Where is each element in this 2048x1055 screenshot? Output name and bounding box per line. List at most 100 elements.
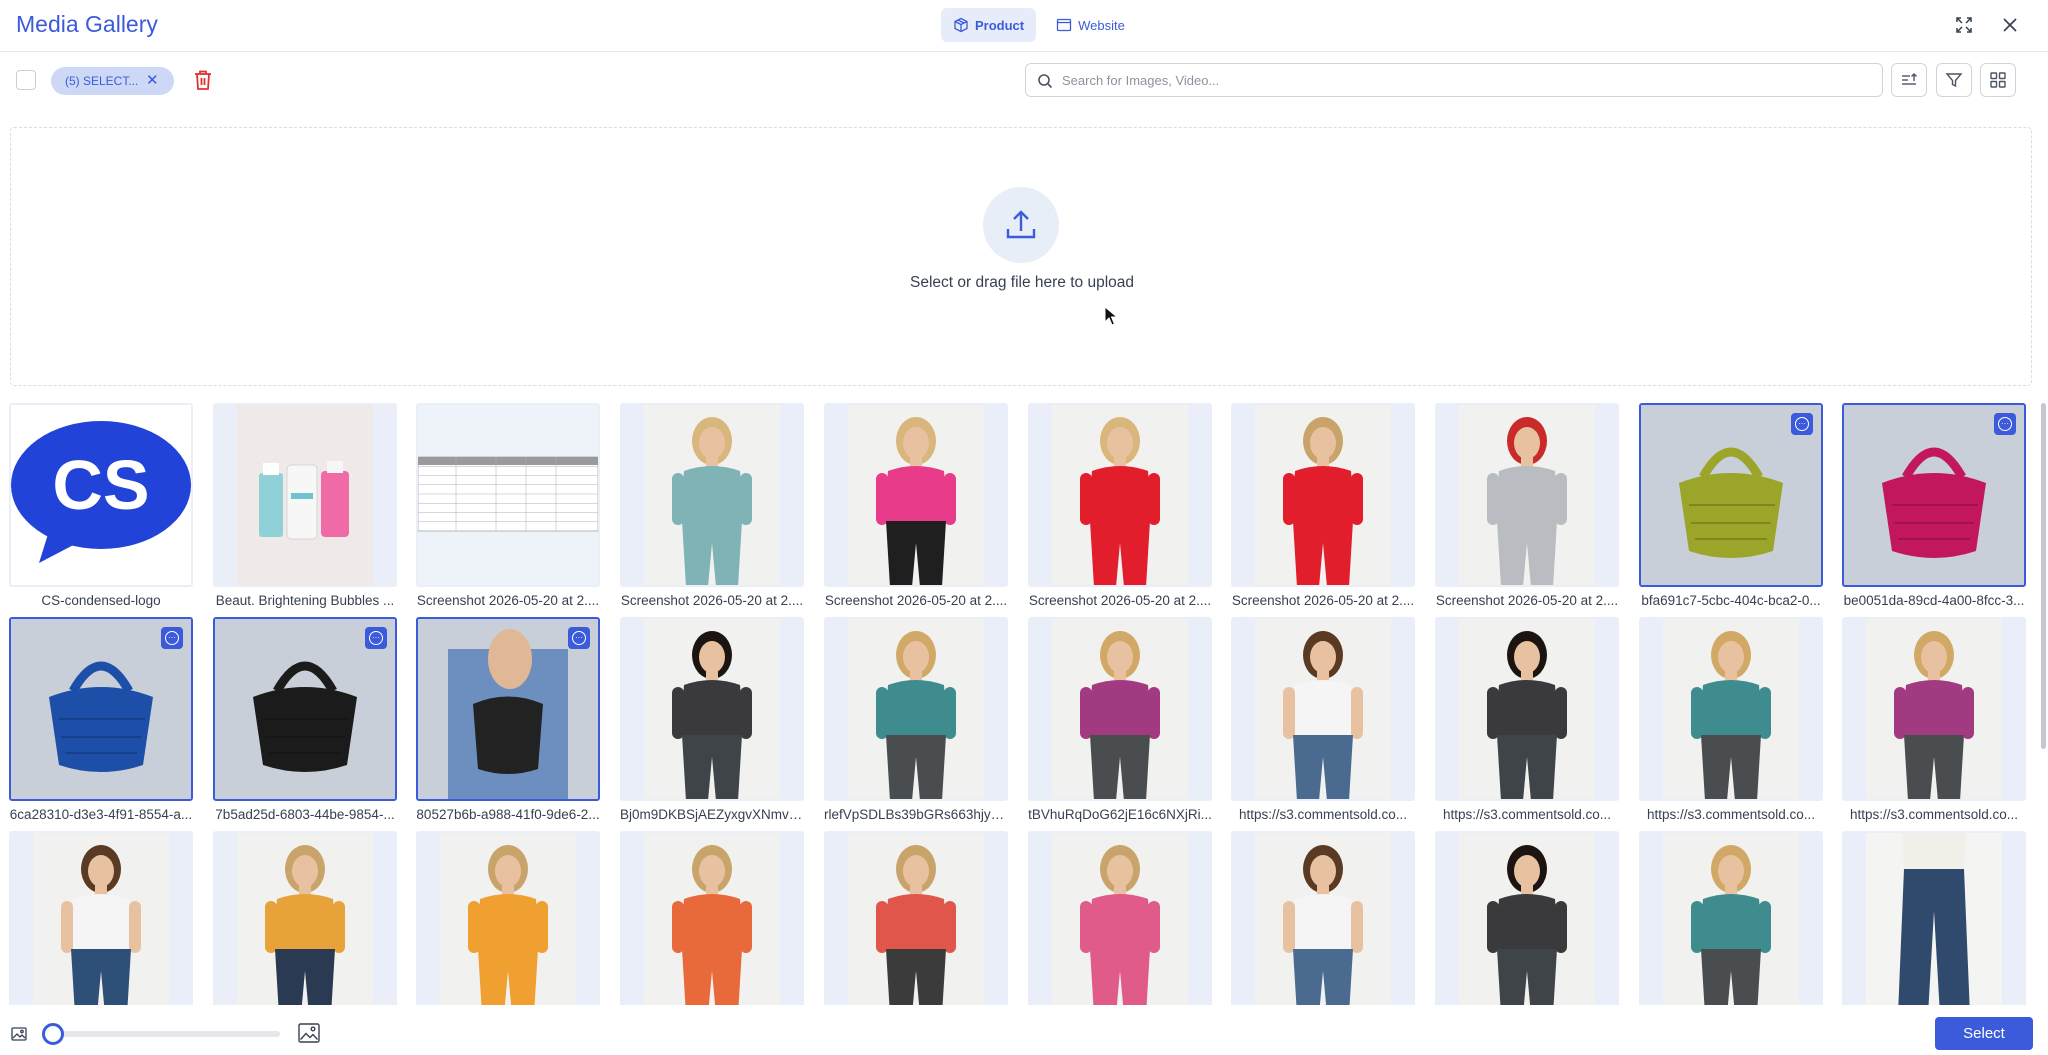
- search-box[interactable]: [1025, 63, 1883, 97]
- media-caption: Beaut. Brightening Bubbles ...: [215, 593, 395, 608]
- media-thumbnail[interactable]: [1435, 403, 1619, 587]
- media-card[interactable]: https://s3.commentsold.co...: [1842, 617, 2026, 827]
- media-card[interactable]: Screenshot 2026-05-20 at 2....: [824, 403, 1008, 613]
- media-thumbnail[interactable]: [1028, 617, 1212, 801]
- media-card[interactable]: https://s3.commentsold.co...: [1231, 617, 1415, 827]
- media-thumbnail[interactable]: ···: [213, 617, 397, 801]
- media-card[interactable]: Screenshot 2026-05-20 at 2....: [620, 403, 804, 613]
- browser-window-icon: [1056, 18, 1072, 32]
- media-card[interactable]: tBVhuRqDoG62jE16c6NXjRi...: [1028, 617, 1212, 827]
- tab-website-label: Website: [1078, 17, 1125, 33]
- sort-button[interactable]: [1891, 63, 1927, 97]
- media-thumbnail[interactable]: [1435, 617, 1619, 801]
- media-card[interactable]: Screenshot 2026-05-20 at 2....: [1231, 403, 1415, 613]
- media-thumbnail[interactable]: CS: [9, 403, 193, 587]
- media-thumbnail[interactable]: [1435, 831, 1619, 1005]
- media-thumbnail[interactable]: ···: [1639, 403, 1823, 587]
- media-card[interactable]: [620, 831, 804, 1005]
- media-card[interactable]: rlefVpSDLBs39bGRs663hjyK...: [824, 617, 1008, 827]
- media-card[interactable]: Screenshot 2026-05-20 at 2....: [416, 403, 600, 613]
- select-button[interactable]: Select: [1935, 1017, 2033, 1050]
- close-icon[interactable]: [1997, 12, 2023, 38]
- thumbnail-size-slider[interactable]: [52, 1031, 280, 1037]
- media-thumbnail[interactable]: [620, 831, 804, 1005]
- media-caption: Screenshot 2026-05-20 at 2....: [620, 593, 804, 608]
- select-all-checkbox[interactable]: [16, 70, 36, 90]
- more-options-icon[interactable]: ···: [1791, 413, 1813, 435]
- media-card[interactable]: [416, 831, 600, 1005]
- tab-product-label: Product: [975, 17, 1025, 33]
- media-card[interactable]: [1028, 831, 1212, 1005]
- media-caption: Screenshot 2026-05-20 at 2....: [1435, 593, 1619, 608]
- tab-product[interactable]: Product: [941, 8, 1037, 42]
- more-options-icon[interactable]: ···: [568, 627, 590, 649]
- trash-icon[interactable]: [192, 68, 214, 92]
- media-card[interactable]: ··· 6ca28310-d3e3-4f91-8554-a...: [9, 617, 193, 827]
- search-input[interactable]: [1062, 64, 1862, 96]
- media-thumbnail[interactable]: ···: [1842, 403, 2026, 587]
- media-card[interactable]: [213, 831, 397, 1005]
- media-card[interactable]: Screenshot 2026-05-20 at 2....: [1435, 403, 1619, 613]
- media-thumbnail[interactable]: [1231, 617, 1415, 801]
- media-card[interactable]: [1231, 831, 1415, 1005]
- media-thumbnail[interactable]: [1639, 831, 1823, 1005]
- media-card[interactable]: [9, 831, 193, 1005]
- media-card[interactable]: CS CS-condensed-logo: [9, 403, 193, 613]
- media-thumbnail[interactable]: [1231, 403, 1415, 587]
- media-card[interactable]: ··· be0051da-89cd-4a00-8fcc-3...: [1842, 403, 2026, 613]
- grid-view-icon: [1990, 72, 2006, 88]
- more-options-icon[interactable]: ···: [365, 627, 387, 649]
- more-options-icon[interactable]: ···: [1994, 413, 2016, 435]
- media-thumbnail[interactable]: [1028, 403, 1212, 587]
- media-caption: Bj0m9DKBSjAEZyxgvXNmvJ...: [620, 807, 804, 822]
- media-card[interactable]: ··· bfa691c7-5cbc-404c-bca2-0...: [1639, 403, 1823, 613]
- media-caption: rlefVpSDLBs39bGRs663hjyK...: [824, 807, 1008, 822]
- media-card[interactable]: https://s3.commentsold.co...: [1435, 617, 1619, 827]
- media-grid: CS CS-condensed-logo Beaut. Brightening …: [9, 403, 2029, 1005]
- expand-icon[interactable]: [1951, 12, 1977, 38]
- media-card[interactable]: ··· 80527b6b-a988-41f0-9de6-2...: [416, 617, 600, 827]
- clear-selection-icon[interactable]: ✕: [146, 73, 160, 89]
- media-thumbnail[interactable]: [1639, 617, 1823, 801]
- media-thumbnail[interactable]: [9, 831, 193, 1005]
- media-card[interactable]: Bj0m9DKBSjAEZyxgvXNmvJ...: [620, 617, 804, 827]
- media-thumbnail[interactable]: [824, 617, 1008, 801]
- tab-website[interactable]: Website: [1044, 8, 1137, 42]
- media-card[interactable]: [1639, 831, 1823, 1005]
- media-card[interactable]: Beaut. Brightening Bubbles ...: [213, 403, 397, 613]
- media-thumbnail[interactable]: [1842, 831, 2026, 1005]
- box-icon: [954, 17, 968, 33]
- sort-icon: [1902, 73, 1917, 85]
- media-caption: bfa691c7-5cbc-404c-bca2-0...: [1641, 593, 1821, 608]
- thumbnail-size-slider-thumb[interactable]: [42, 1023, 64, 1045]
- media-card[interactable]: [1842, 831, 2026, 1005]
- media-card[interactable]: ··· 7b5ad25d-6803-44be-9854-...: [213, 617, 397, 827]
- selection-chip[interactable]: (5) SELECT... ✕: [51, 67, 174, 95]
- media-card[interactable]: https://s3.commentsold.co...: [1639, 617, 1823, 827]
- media-card[interactable]: [824, 831, 1008, 1005]
- media-caption: 7b5ad25d-6803-44be-9854-...: [215, 807, 395, 822]
- media-thumbnail[interactable]: [620, 403, 804, 587]
- filter-icon: [1945, 73, 1963, 88]
- media-caption: 80527b6b-a988-41f0-9de6-2...: [416, 807, 600, 822]
- filter-button[interactable]: [1936, 63, 1972, 97]
- media-thumbnail[interactable]: ···: [9, 617, 193, 801]
- media-thumbnail[interactable]: [1028, 831, 1212, 1005]
- more-options-icon[interactable]: ···: [161, 627, 183, 649]
- media-thumbnail[interactable]: [213, 831, 397, 1005]
- media-caption: https://s3.commentsold.co...: [1238, 807, 1408, 822]
- grid-view-button[interactable]: [1980, 63, 2016, 97]
- media-thumbnail[interactable]: [213, 403, 397, 587]
- media-thumbnail[interactable]: [416, 831, 600, 1005]
- media-thumbnail[interactable]: [1231, 831, 1415, 1005]
- grid-scrollbar[interactable]: [2041, 403, 2046, 749]
- media-card[interactable]: Screenshot 2026-05-20 at 2....: [1028, 403, 1212, 613]
- media-thumbnail[interactable]: [620, 617, 804, 801]
- media-card[interactable]: [1435, 831, 1619, 1005]
- upload-dropzone[interactable]: Select or drag file here to upload: [10, 127, 2032, 386]
- media-thumbnail[interactable]: [824, 403, 1008, 587]
- media-thumbnail[interactable]: [416, 403, 600, 587]
- media-thumbnail[interactable]: [1842, 617, 2026, 801]
- media-thumbnail[interactable]: ···: [416, 617, 600, 801]
- media-thumbnail[interactable]: [824, 831, 1008, 1005]
